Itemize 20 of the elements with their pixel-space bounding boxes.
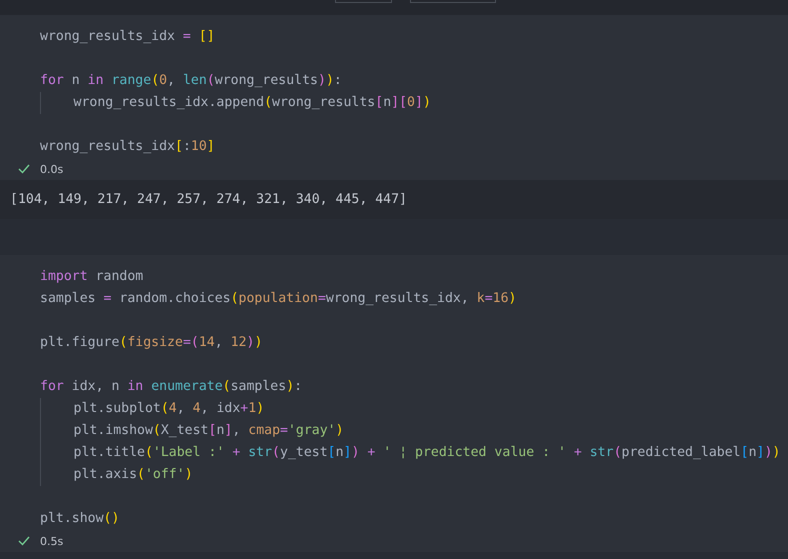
- code-line: plt.title('Label :' + str(y_test[n]) + ' ¦ predicted value : ' + str(predicted_label[n])): [74, 444, 780, 462]
- check-icon: [18, 536, 30, 546]
- code-line: for idx, n in enumerate(samples):: [40, 378, 302, 396]
- code-line: import random: [40, 268, 144, 286]
- code-line: wrong_results_idx.append(wrong_results[n][0]): [74, 94, 431, 112]
- toolbar-button[interactable]: [335, 0, 392, 3]
- code-line: plt.show(): [40, 510, 120, 528]
- check-icon: [18, 164, 30, 174]
- code-line: plt.imshow(X_test[n], cmap='gray'): [74, 422, 344, 440]
- toolbar-button[interactable]: [410, 0, 496, 3]
- code-line: wrong_results_idx = []: [40, 28, 215, 46]
- execution-time: 0.0s: [40, 162, 64, 176]
- code-line: for n in range(0, len(wrong_results)):: [40, 72, 342, 90]
- code-line: plt.axis('off'): [74, 466, 193, 484]
- code-line: plt.figure(figsize=(14, 12)): [40, 334, 262, 352]
- cell-output: [104, 149, 217, 247, 257, 274, 321, 340, 445, 447]: [0, 180, 788, 219]
- code-line: wrong_results_idx[:10]: [40, 138, 215, 156]
- code-line: plt.subplot(4, 4, idx+1): [74, 400, 264, 418]
- code-line: samples = random.choices(population=wrong_results_idx, k=16): [40, 290, 516, 308]
- execution-time: 0.5s: [40, 534, 64, 548]
